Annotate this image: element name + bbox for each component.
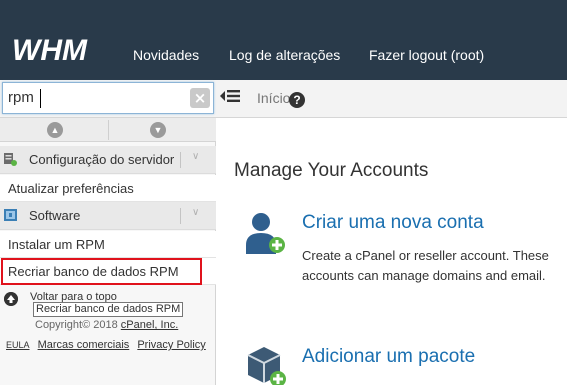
x-icon: × (193, 89, 207, 107)
chevron-down-icon[interactable]: ∨ (192, 207, 199, 218)
search-input[interactable]: rpm × (2, 82, 214, 114)
search-value: rpm (8, 89, 34, 106)
copyright-text: Copyright© 2018 (35, 319, 118, 331)
collapse-up-icon[interactable]: ▲ (47, 122, 63, 138)
sidebar-item[interactable]: Atualizar preferências (0, 175, 216, 202)
trademarks-link[interactable]: Marcas comerciais (38, 339, 130, 351)
software-icon (4, 209, 17, 221)
whm-window: WHM Novidades Log de alterações Fazer lo… (0, 0, 567, 385)
copyright: Copyright© 2018 cPanel, Inc. (35, 319, 178, 331)
page-title: Manage Your Accounts (234, 160, 429, 181)
privacy-policy-link[interactable]: Privacy Policy (137, 339, 205, 351)
nav-logout[interactable]: Fazer logout (root) (369, 47, 484, 63)
svg-text:WHM: WHM (12, 34, 88, 66)
arrow-up-circle-icon[interactable] (4, 292, 18, 306)
clear-search-button[interactable]: × (190, 88, 210, 108)
add-package-icon[interactable] (244, 343, 288, 385)
tooltip: Recriar banco de dados RPM (33, 302, 184, 317)
section-label: Software (29, 208, 81, 223)
eula-link[interactable]: EULA (6, 340, 30, 350)
create-account-link[interactable]: Criar uma nova conta (302, 212, 484, 234)
text-caret (40, 89, 41, 108)
highlight-box (1, 258, 202, 285)
footer-links: EULA Marcas comerciais Privacy Policy (6, 339, 211, 351)
sidebar-section-software[interactable]: Software ∨ (0, 202, 216, 230)
cpanel-link[interactable]: cPanel, Inc. (121, 319, 178, 331)
menu-toggle-icon[interactable] (220, 88, 240, 104)
add-package-link[interactable]: Adicionar um pacote (302, 346, 475, 368)
question-circle-icon[interactable]: ? (289, 92, 305, 108)
whm-logo[interactable]: WHM (12, 34, 116, 66)
sidebar-link-update-preferences[interactable]: Atualizar preferências (8, 181, 134, 196)
divider (180, 208, 181, 224)
sidebar-section-server-config[interactable]: Configuração do servidor ∨ (0, 146, 216, 174)
add-user-icon[interactable] (244, 210, 288, 254)
divider (108, 120, 109, 140)
section-label: Configuração do servidor (29, 152, 175, 167)
nav-novidades[interactable]: Novidades (133, 47, 199, 63)
nav-changelog[interactable]: Log de alterações (229, 47, 340, 63)
divider (180, 152, 181, 168)
sidebar-item[interactable]: Instalar um RPM (0, 231, 216, 258)
breadcrumb-home[interactable]: Início (257, 90, 290, 106)
server-config-icon (4, 153, 17, 166)
expand-down-icon[interactable]: ▼ (150, 122, 166, 138)
sidebar-link-install-rpm[interactable]: Instalar um RPM (8, 237, 105, 252)
chevron-down-icon[interactable]: ∨ (192, 151, 199, 162)
create-account-description: Create a cPanel or reseller account. The… (302, 248, 549, 283)
top-bar: WHM Novidades Log de alterações Fazer lo… (0, 0, 567, 80)
